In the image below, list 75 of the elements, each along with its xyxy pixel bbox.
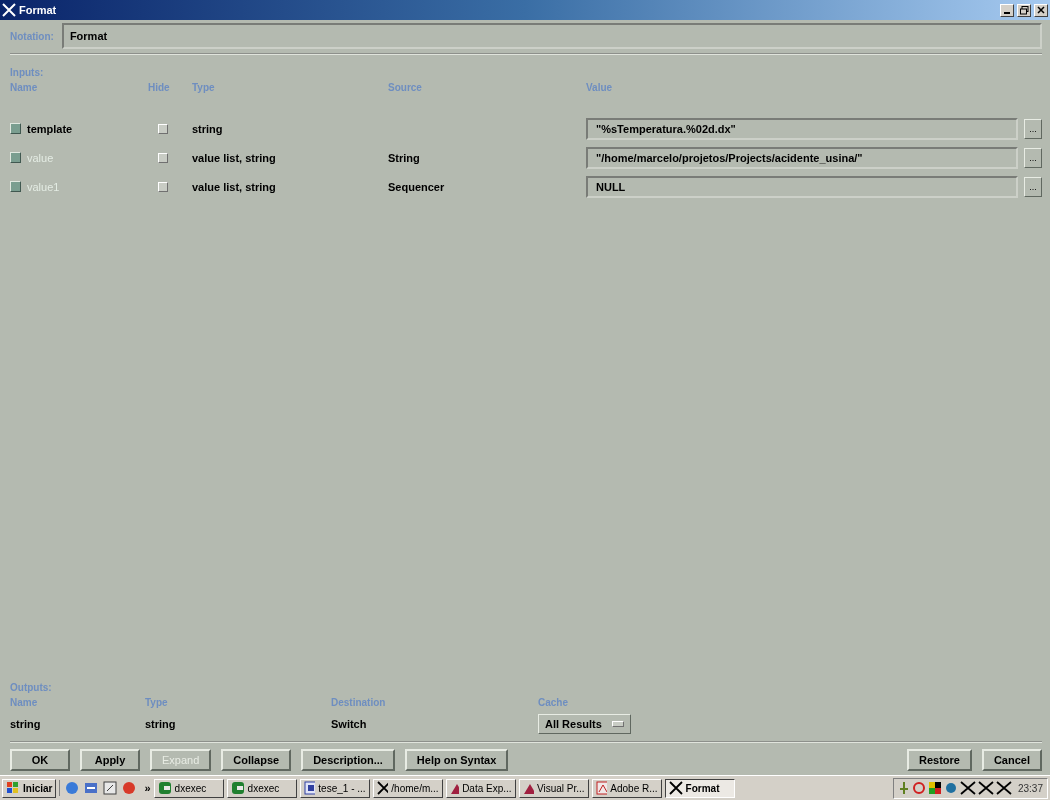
network-icon[interactable] (83, 780, 100, 796)
app-icon (157, 781, 172, 795)
tray-icon[interactable] (927, 781, 942, 795)
column-header: Name (10, 697, 38, 708)
column-header: Name (10, 81, 38, 93)
hide-checkbox[interactable] (158, 152, 168, 163)
window-title: Format (19, 4, 57, 16)
section-label: Outputs: (10, 682, 53, 693)
taskbar-button[interactable]: Adobe R... (591, 778, 662, 798)
column-header: Destination (331, 697, 386, 708)
windows-logo-icon (6, 781, 20, 795)
type-text: value list, string (192, 151, 276, 164)
taskbar-button[interactable]: Visual Pr... (518, 778, 589, 798)
column-header: Hide (148, 81, 170, 93)
column-header: Type (145, 697, 168, 708)
column-header: Cache (538, 697, 568, 708)
value-field[interactable]: "%sTemperatura.%02d.dx" (586, 117, 1018, 140)
taskbar-button[interactable]: Data Exp... (445, 778, 516, 798)
clock: 23:37 (1017, 782, 1043, 794)
restore-icon (1019, 5, 1029, 15)
browse-button[interactable]: ... (1024, 147, 1042, 168)
dialog-button[interactable]: Collapse (221, 749, 292, 771)
source-text: Sequencer (388, 180, 445, 193)
connection-toggle[interactable] (10, 123, 21, 134)
taskbar-button[interactable]: dxexec (226, 778, 297, 798)
hide-checkbox[interactable] (158, 181, 168, 192)
connection-toggle[interactable] (10, 181, 21, 192)
x-logo-icon[interactable] (995, 781, 1012, 795)
browse-button[interactable]: ... (1024, 118, 1042, 139)
dialog-button[interactable]: Apply (80, 749, 140, 771)
cache-dropdown[interactable]: All Results (538, 714, 631, 734)
type-text: string (145, 718, 176, 730)
value-field[interactable]: "/home/marcelo/projetos/Projects/acidente_usina/" (586, 146, 1018, 169)
column-header: Source (388, 82, 422, 93)
dialog-button[interactable]: Restore (906, 749, 972, 771)
taskbar-button[interactable]: Format (664, 778, 735, 798)
notation-field[interactable]: Format (61, 23, 1042, 49)
browser-icon[interactable] (64, 780, 81, 796)
notation-label: Notation: (10, 30, 54, 42)
browse-button[interactable]: ... (1024, 176, 1042, 197)
type-text: value list, string (192, 180, 276, 193)
output-name: string (10, 718, 41, 730)
taskbar-button[interactable]: tese_1 - ... (299, 778, 370, 798)
section-label: Inputs: (10, 67, 45, 78)
app-icon (230, 781, 245, 795)
pdf-icon (595, 781, 608, 795)
dialog-button[interactable]: Description... (301, 749, 395, 771)
document-icon[interactable] (102, 780, 119, 796)
x-logo-icon[interactable] (977, 781, 994, 795)
destination-text: Switch (331, 718, 367, 730)
parameter-name: template (27, 122, 73, 135)
maximize-button[interactable] (1017, 3, 1031, 17)
column-header: Type (192, 82, 215, 93)
hide-checkbox[interactable] (158, 123, 168, 134)
x-logo-icon (2, 3, 16, 17)
more-chevron[interactable]: » (144, 782, 151, 794)
x-logo-icon (668, 781, 683, 795)
connection-toggle[interactable] (10, 152, 21, 163)
ball-icon[interactable] (121, 780, 138, 796)
close-button[interactable] (1034, 3, 1048, 17)
dialog-button[interactable]: Cancel (981, 749, 1042, 771)
document-icon (303, 781, 316, 795)
x-logo-icon[interactable] (959, 781, 976, 795)
column-header: Value (586, 81, 613, 93)
x-logo-icon (376, 781, 389, 795)
dialog-button[interactable]: OK (10, 749, 70, 771)
taskbar-button[interactable]: /home/m... (372, 778, 443, 798)
dialog-button[interactable]: Help on Syntax (404, 749, 509, 771)
taskbar-button[interactable]: dxexec (153, 778, 224, 798)
type-text: string (192, 122, 223, 135)
value-field[interactable]: NULL (586, 175, 1018, 198)
minimize-button[interactable] (1000, 3, 1014, 17)
close-icon (1037, 6, 1045, 14)
source-text: String (388, 151, 420, 164)
start-button[interactable]: Iniciar (2, 778, 57, 798)
